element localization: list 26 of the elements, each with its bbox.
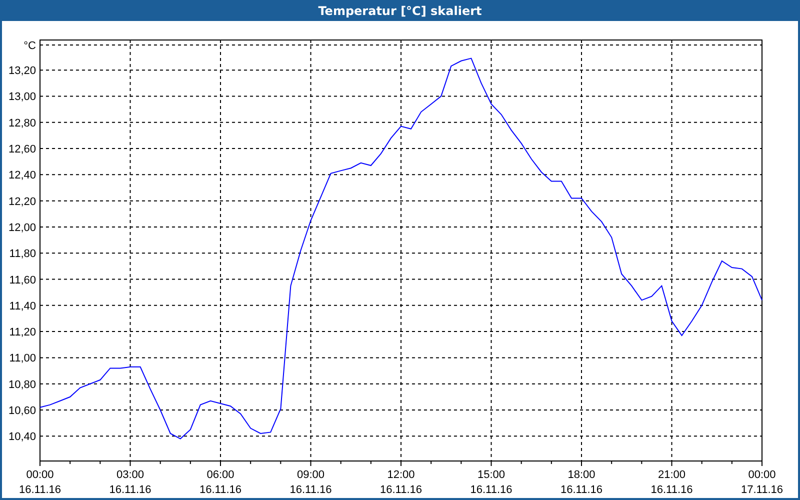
y-tick-label: 13,00 bbox=[8, 91, 36, 104]
y-tick-label: 12,80 bbox=[8, 117, 36, 130]
y-tick-label: 12,40 bbox=[8, 170, 36, 182]
y-tick-label: 13,20 bbox=[8, 65, 36, 78]
x-tick-label: 18:00 16.11.16 bbox=[560, 469, 602, 496]
y-tick-label: 10,80 bbox=[8, 378, 36, 391]
y-tick-label: 10,40 bbox=[8, 431, 36, 444]
y-tick-label: 11,20 bbox=[9, 326, 36, 339]
y-tick-label: 12,60 bbox=[8, 144, 36, 156]
y-tick-label: 11,80 bbox=[9, 248, 36, 260]
x-tick-label: 15:00 16.11.16 bbox=[470, 469, 512, 496]
x-tick-label: 06:00 16.11.16 bbox=[200, 469, 242, 496]
window-title: Temperatur [°C] skaliert bbox=[0, 0, 800, 21]
x-tick-label: 12:00 16.11.16 bbox=[380, 469, 422, 496]
x-tick-label: 00:00 16.11.16 bbox=[19, 469, 61, 496]
y-axis-unit: °C bbox=[24, 40, 36, 52]
y-tick-label: 10,60 bbox=[8, 405, 36, 417]
y-tick-label: 11,40 bbox=[9, 300, 36, 312]
x-tick-label: 03:00 16.11.16 bbox=[109, 469, 152, 496]
x-tick-label: 21:00 16.11.16 bbox=[650, 469, 693, 496]
y-tick-label: 11,00 bbox=[9, 352, 36, 365]
y-tick-label: 12,20 bbox=[8, 196, 36, 208]
x-tick-label: 00:00 17.11.16 bbox=[741, 469, 783, 496]
y-tick-label: 12,00 bbox=[8, 222, 36, 234]
y-tick-label: 11,60 bbox=[9, 274, 36, 286]
x-tick-label: 09:00 16.11.16 bbox=[290, 469, 332, 496]
